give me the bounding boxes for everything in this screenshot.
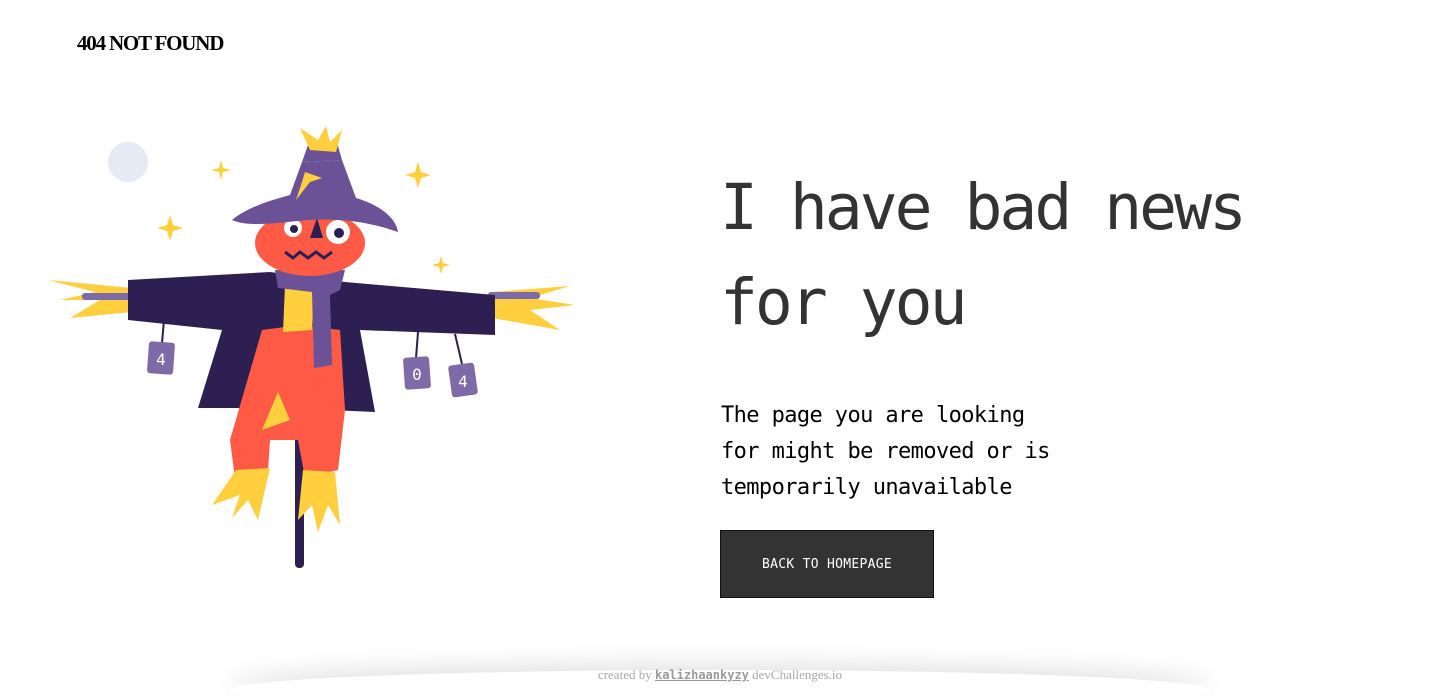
site-logo[interactable]: 404 NOT FOUND xyxy=(77,31,224,56)
can-label: 0 xyxy=(412,365,422,384)
error-message: The page you are looking for might be re… xyxy=(721,398,1101,506)
headline-line: I have bad news xyxy=(720,171,1247,244)
can-label: 4 xyxy=(458,372,468,391)
moon-shape xyxy=(108,142,148,182)
message-line: The page you are looking xyxy=(721,403,1025,428)
footer-suffix: devChallenges.io xyxy=(752,667,843,682)
message-line: temporarily unavailable xyxy=(721,475,1012,500)
author-link[interactable]: kalizhaankyzy xyxy=(655,668,749,682)
message-line: for might be removed or is xyxy=(721,439,1050,464)
scarecrow-illustration: 4 0 4 xyxy=(48,126,575,568)
page-headline: I have bad news for you xyxy=(720,160,1340,350)
back-to-homepage-button[interactable]: BACK TO HOMEPAGE xyxy=(720,530,934,598)
footer-prefix: created by xyxy=(597,667,652,682)
page: 404 NOT FOUND 4 0 4 I have bad news for … xyxy=(0,0,1440,695)
can-label: 4 xyxy=(156,350,166,369)
headline-line: for you xyxy=(720,266,968,339)
footer-credit: created by kalizhaankyzy devChallenges.i… xyxy=(0,667,1440,683)
